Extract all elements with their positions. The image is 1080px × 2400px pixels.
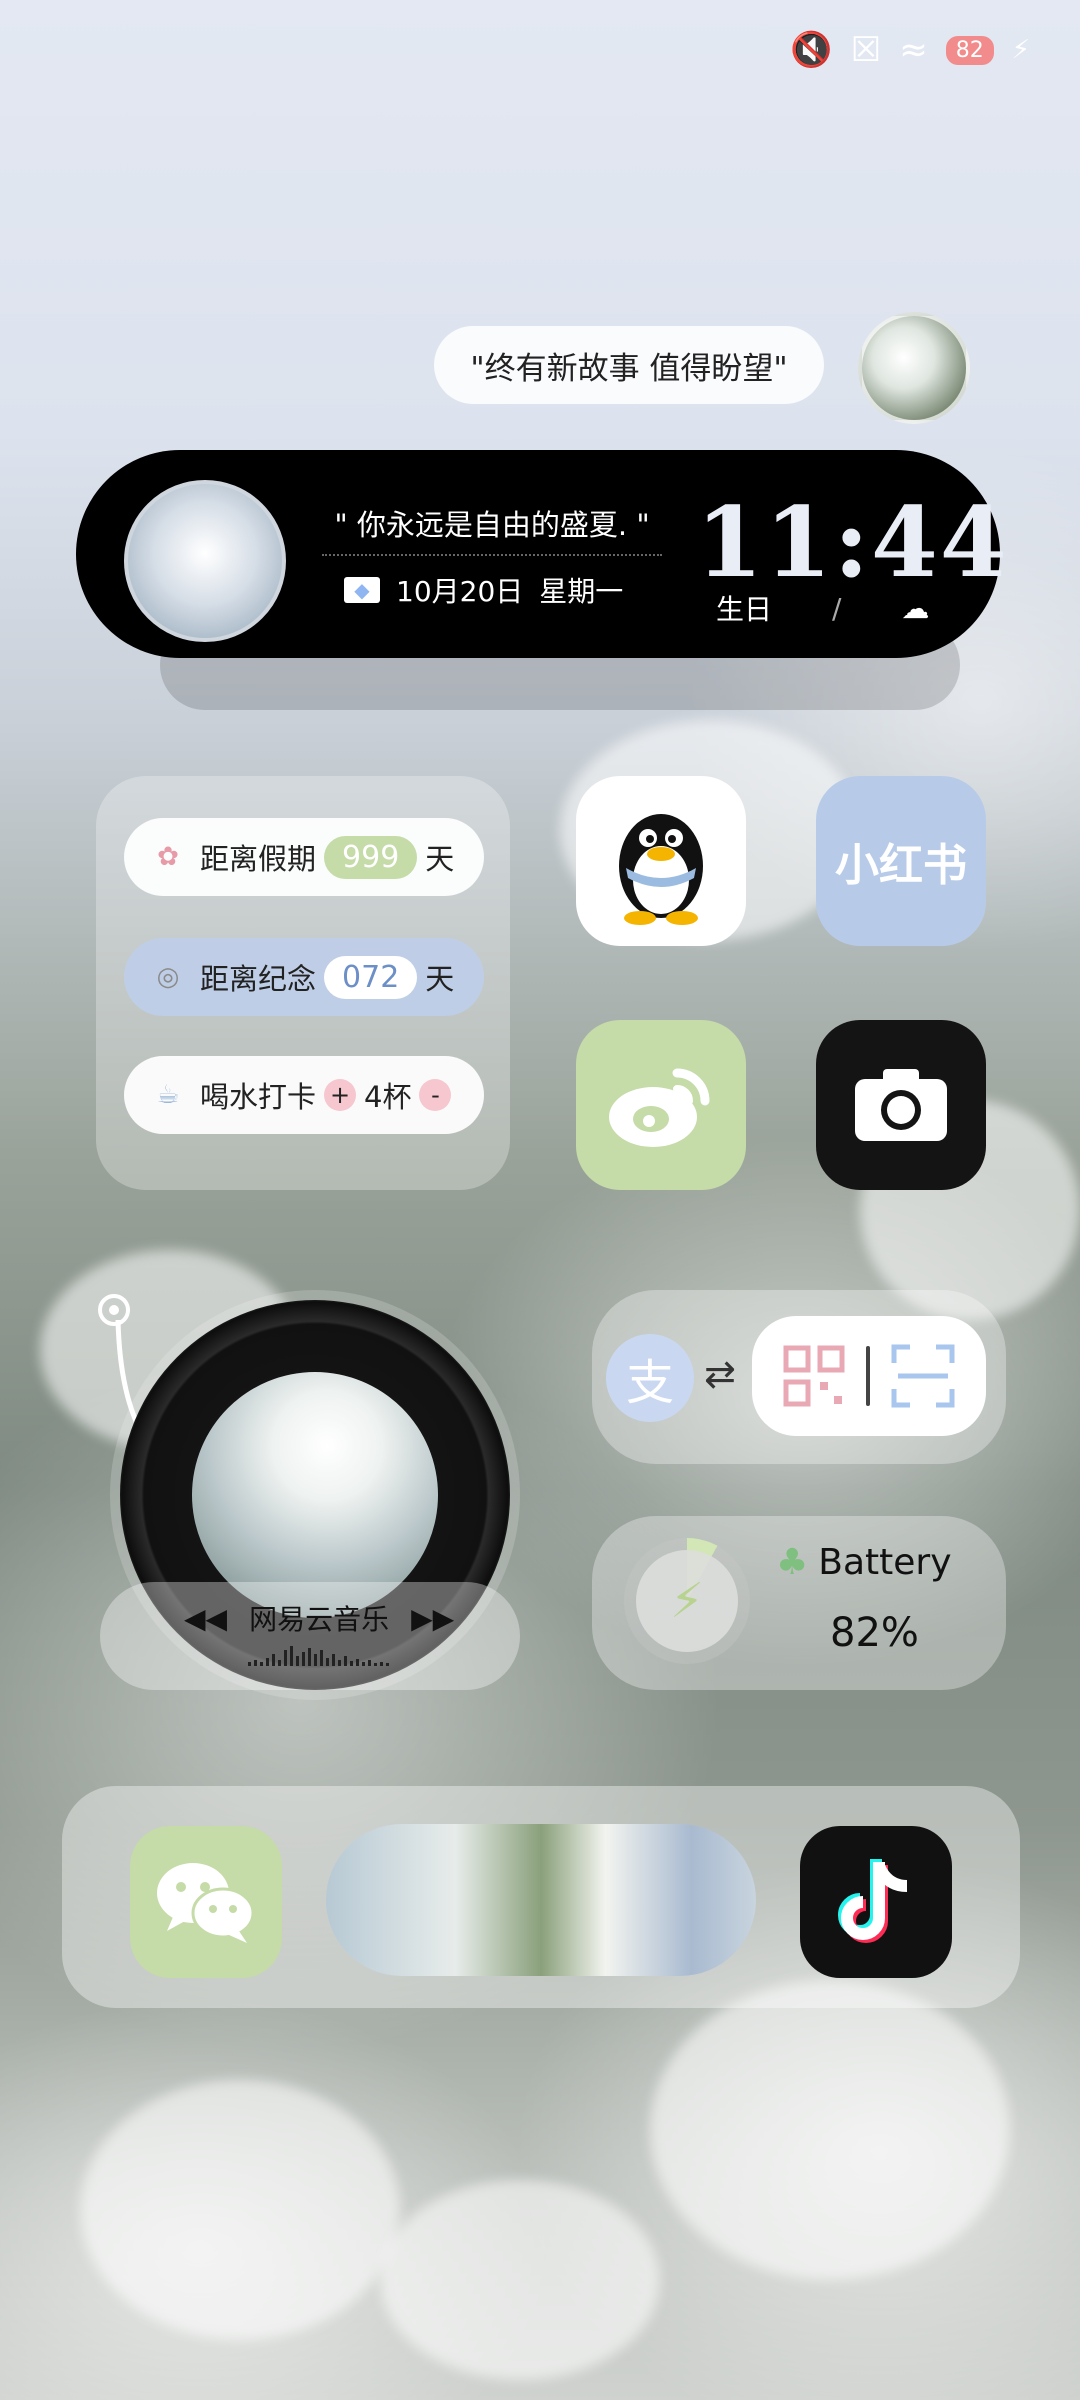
holiday-days: 999 [324, 835, 418, 879]
avatar[interactable] [858, 312, 970, 424]
tiktok-app-icon[interactable] [800, 1826, 952, 1978]
next-track-icon[interactable]: ▶▶ [411, 1602, 454, 1635]
holiday-label: 距离假期 [200, 842, 317, 876]
mute-icon: 🔇 [790, 30, 833, 70]
countdown-row-holiday[interactable]: ✿ 距离假期 999 天 [124, 818, 484, 896]
qq-app-icon[interactable] [576, 776, 746, 946]
previous-track-icon[interactable]: ◀◀ [184, 1602, 227, 1635]
swap-icon[interactable]: ⇄ [704, 1352, 736, 1396]
quote-widget[interactable]: "终有新故事 值得盼望" [434, 326, 824, 404]
home-screen: 🔇 ☒ ≈ 82 ⚡ "终有新故事 值得盼望" " 你永远是自由的盛夏. " ◆… [0, 0, 1080, 2400]
divider [866, 1346, 870, 1406]
camera-icon [855, 1069, 947, 1141]
qr-code-icon[interactable] [782, 1344, 846, 1408]
penguin-icon [619, 814, 703, 925]
date-text: 10月20日 [396, 575, 524, 608]
weekday-text: 星期一 [539, 575, 624, 608]
dock-flower-photo[interactable] [326, 1824, 756, 1976]
wechat-app-icon[interactable] [130, 1826, 282, 1978]
wifi-icon: ≈ [899, 30, 928, 70]
water-label: 喝水打卡 [200, 1080, 317, 1114]
battery-value: 82% [830, 1610, 919, 1656]
anniversary-unit: 天 [425, 962, 455, 996]
gem-icon: ◆ [344, 577, 380, 603]
music-controls: ◀◀ 网易云音乐 ▶▶ [184, 1598, 454, 1638]
shell-icon: ◎ [156, 962, 180, 992]
music-app-name: 网易云音乐 [249, 1603, 390, 1636]
water-plus-button[interactable]: + [324, 1079, 357, 1111]
wallpaper-flower [650, 1980, 1010, 2280]
clock-widget-sub-row: 生日 / ☁ [716, 588, 929, 628]
water-minus-button[interactable]: - [419, 1079, 452, 1111]
clock-widget[interactable]: " 你永远是自由的盛夏. " ◆ 10月20日 星期一 11:44 生日 / ☁ [76, 450, 1007, 658]
bow-icon: ✿ [157, 842, 179, 872]
wallpaper-flower [80, 2080, 400, 2340]
clock-widget-date-row: ◆ 10月20日 星期一 [344, 570, 623, 610]
clock-time: 11:44 [696, 486, 1009, 599]
alipay-actions [752, 1316, 986, 1436]
anniversary-days: 072 [324, 955, 418, 999]
battery-title-row: ♣ Battery [776, 1542, 952, 1583]
battery-ring: ⚡ [624, 1538, 750, 1664]
wallpaper-flower [380, 2180, 660, 2380]
camera-app-icon[interactable] [816, 1020, 986, 1190]
holiday-unit: 天 [425, 842, 455, 876]
sound-wave-icon [248, 1646, 389, 1666]
no-sim-icon: ☒ [850, 30, 882, 70]
tiktok-icon [838, 1859, 908, 1943]
birthday-label: 生日 [716, 593, 773, 626]
quote-text: "终有新故事 值得盼望" [470, 350, 788, 387]
cup-icon: ☕ [156, 1080, 180, 1110]
status-bar: 🔇 ☒ ≈ 82 ⚡ [790, 30, 1030, 70]
anniversary-label: 距离纪念 [200, 962, 317, 996]
cloud-icon: ☁ [901, 591, 930, 625]
battery-indicator: 82 [945, 35, 994, 65]
separator: / [832, 591, 842, 625]
clock-widget-quote: " 你永远是自由的盛夏. " [322, 502, 662, 556]
countdown-row-anniversary[interactable]: ◎ 距离纪念 072 天 [124, 938, 484, 1016]
clover-icon: ♣ [776, 1542, 809, 1583]
water-count: 4杯 [364, 1080, 412, 1114]
xiaohongshu-app-icon[interactable]: 小红书 [816, 776, 986, 946]
weibo-app-icon[interactable] [576, 1020, 746, 1190]
clock-widget-photo [124, 480, 286, 642]
lightning-icon: ⚡ [636, 1550, 738, 1652]
scan-icon[interactable] [890, 1343, 956, 1409]
battery-title: Battery [818, 1542, 952, 1583]
weibo-icon [609, 1068, 710, 1147]
water-checkin-row: ☕ 喝水打卡 + 4杯 - [124, 1056, 484, 1134]
xiaohongshu-label: 小红书 [835, 840, 967, 891]
wechat-icon [157, 1863, 255, 1943]
alipay-icon[interactable]: 支 [606, 1334, 694, 1422]
charging-icon: ⚡ [1011, 35, 1030, 65]
